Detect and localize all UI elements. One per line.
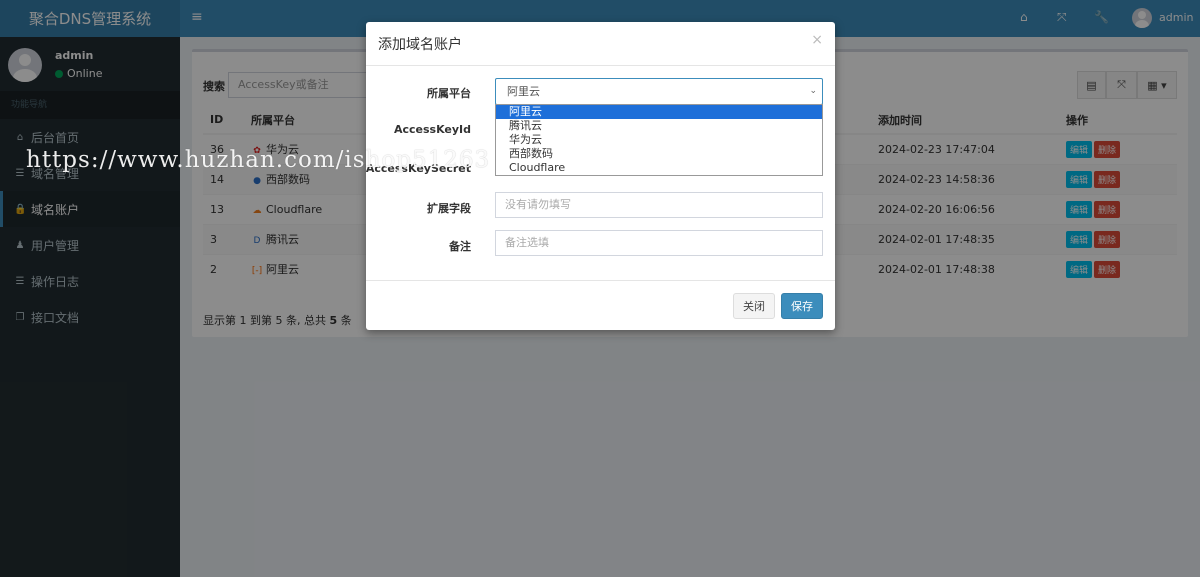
remark-label: 备注 bbox=[449, 240, 471, 253]
dropdown-option[interactable]: 腾讯云 bbox=[496, 119, 822, 133]
dropdown-option[interactable]: 华为云 bbox=[496, 133, 822, 147]
watermark-text: https://www.huzhan.com/ishop51263 bbox=[26, 147, 491, 173]
platform-select[interactable]: 阿里云 ⌄ bbox=[495, 78, 823, 105]
dropdown-option[interactable]: 西部数码 bbox=[496, 147, 822, 161]
modal-title: 添加域名账户 bbox=[378, 37, 462, 53]
close-button[interactable]: 关闭 bbox=[733, 293, 775, 319]
accesskeyid-label: AccessKeyId bbox=[393, 123, 471, 136]
remark-input[interactable]: 备注选填 bbox=[495, 230, 823, 256]
add-account-modal: 添加域名账户 × 所属平台 阿里云 ⌄ AccessKeyId AccessKe… bbox=[366, 22, 835, 330]
dropdown-option[interactable]: 阿里云 bbox=[496, 105, 822, 119]
chevron-down-icon: ⌄ bbox=[809, 86, 817, 96]
platform-label: 所属平台 bbox=[427, 87, 471, 100]
close-icon[interactable]: × bbox=[811, 32, 823, 48]
ext-field-label: 扩展字段 bbox=[427, 202, 471, 215]
save-button[interactable]: 保存 bbox=[781, 293, 823, 319]
dropdown-option[interactable]: Cloudflare bbox=[496, 161, 822, 175]
ext-field-input[interactable]: 没有请勿填写 bbox=[495, 192, 823, 218]
platform-dropdown-list: 阿里云 腾讯云 华为云 西部数码 Cloudflare bbox=[495, 104, 823, 176]
